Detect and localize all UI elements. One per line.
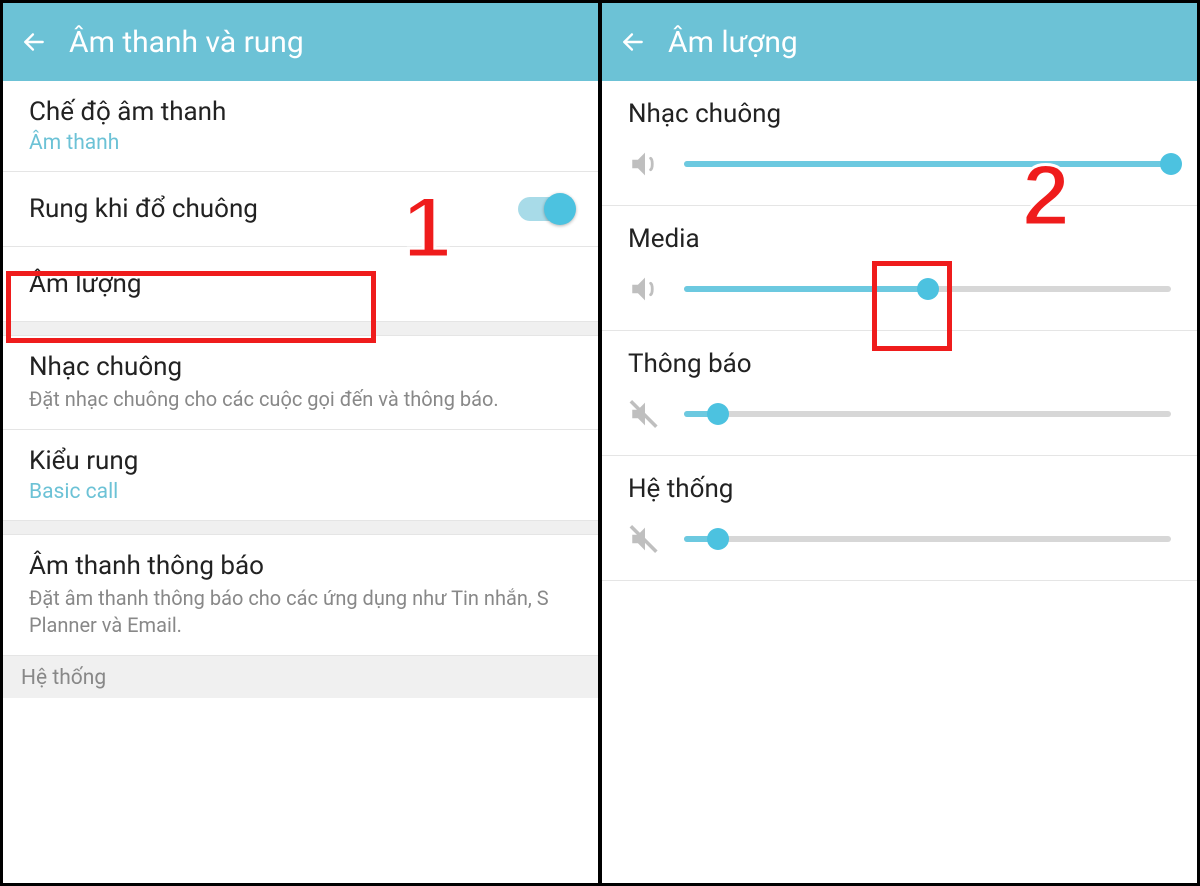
row-title: Kiểu rung [29, 446, 572, 476]
settings-sound-screen: Âm thanh và rung Chế độ âm thanh Âm than… [0, 0, 600, 886]
slider-ringtone: Nhạc chuông [602, 81, 1197, 206]
back-icon[interactable] [21, 29, 47, 55]
toggle-switch[interactable] [518, 197, 572, 221]
section-divider [3, 521, 598, 535]
section-divider [3, 322, 598, 336]
speaker-muted-icon [628, 522, 662, 556]
row-sound-mode[interactable]: Chế độ âm thanh Âm thanh [3, 81, 598, 172]
row-description: Đặt âm thanh thông báo cho các ứng dụng … [29, 585, 572, 639]
back-icon[interactable] [620, 29, 646, 55]
slider-label: Nhạc chuông [628, 99, 1171, 129]
volume-slider[interactable] [684, 529, 1171, 549]
row-notification-sound[interactable]: Âm thanh thông báo Đặt âm thanh thông bá… [3, 535, 598, 656]
row-value: Âm thanh [29, 131, 572, 155]
slider-label: Media [628, 224, 1171, 254]
app-bar: Âm thanh và rung [3, 3, 598, 81]
row-title: Chế độ âm thanh [29, 97, 572, 127]
row-value: Basic call [29, 480, 572, 504]
row-title: Rung khi đổ chuông [29, 194, 258, 224]
row-vibrate-when-ringing[interactable]: Rung khi đổ chuông [3, 172, 598, 247]
row-title: Âm thanh thông báo [29, 551, 572, 581]
app-bar: Âm lượng [602, 3, 1197, 81]
volume-slider[interactable] [684, 279, 1171, 299]
section-header-system: Hệ thống [3, 656, 598, 698]
row-ringtone[interactable]: Nhạc chuông Đặt nhạc chuông cho các cuộc… [3, 336, 598, 430]
slider-label: Hệ thống [628, 474, 1171, 504]
row-vibration-pattern[interactable]: Kiểu rung Basic call [3, 430, 598, 521]
volume-slider[interactable] [684, 404, 1171, 424]
page-title: Âm lượng [668, 25, 798, 60]
row-title: Nhạc chuông [29, 352, 572, 382]
speaker-icon [628, 147, 662, 181]
speaker-muted-icon [628, 397, 662, 431]
slider-label: Thông báo [628, 349, 1171, 379]
slider-system: Hệ thống [602, 456, 1197, 581]
slider-notification: Thông báo [602, 331, 1197, 456]
page-title: Âm thanh và rung [69, 25, 304, 60]
row-volume[interactable]: Âm lượng [3, 247, 598, 322]
row-description: Đặt nhạc chuông cho các cuộc gọi đến và … [29, 386, 572, 413]
row-title: Âm lượng [29, 269, 572, 299]
speaker-icon [628, 272, 662, 306]
slider-media: Media [602, 206, 1197, 331]
volume-screen: Âm lượng Nhạc chuông Media [600, 0, 1200, 886]
volume-slider[interactable] [684, 154, 1171, 174]
